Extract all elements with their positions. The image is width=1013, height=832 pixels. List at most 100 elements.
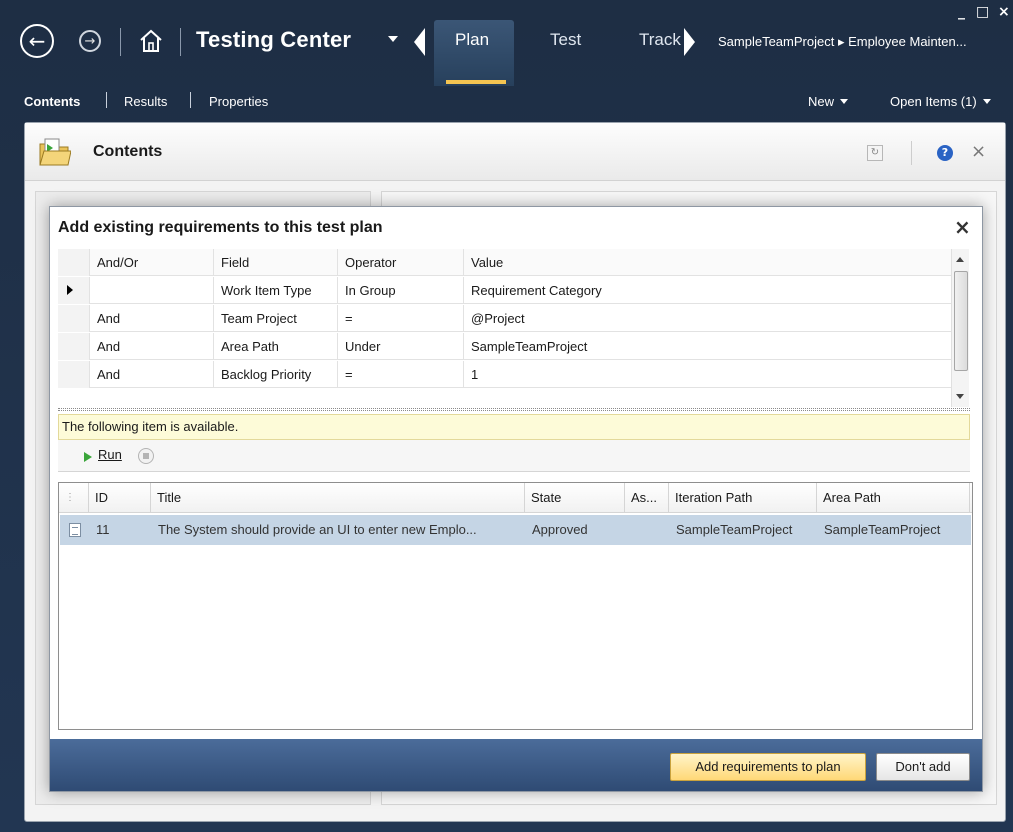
dialog-title: Add existing requirements to this test p… <box>58 219 383 236</box>
clause-value[interactable]: SampleTeamProject <box>464 333 951 360</box>
tab-plan[interactable]: Plan <box>455 30 489 50</box>
panel-divider <box>911 141 912 165</box>
column-header-iteration-path[interactable]: Iteration Path <box>669 483 817 513</box>
run-label: Run <box>98 447 122 462</box>
app-name[interactable]: Testing Center <box>196 27 351 53</box>
stop-icon[interactable] <box>138 448 154 464</box>
refresh-icon[interactable]: ↻ <box>867 145 883 161</box>
clause-andor[interactable]: And <box>90 305 214 332</box>
row-assigned <box>626 515 670 545</box>
clause-value[interactable]: Requirement Category <box>464 277 951 304</box>
dont-add-button[interactable]: Don't add <box>876 753 970 781</box>
active-tab-indicator <box>446 80 506 84</box>
query-clause-row[interactable]: And Team Project = @Project <box>58 305 951 332</box>
row-selector[interactable] <box>58 361 90 388</box>
dialog-footer: Add requirements to plan Don't add <box>50 739 982 791</box>
clause-operator[interactable]: = <box>338 361 464 388</box>
new-menu[interactable]: New <box>808 94 849 109</box>
sub-navigation: Contents Results Properties New Open Ite… <box>0 88 1013 114</box>
dialog-close-icon[interactable]: × <box>954 215 971 239</box>
clause-andor[interactable] <box>90 277 214 304</box>
testing-center-window: _ □ × ← → Testing Center Plan Test Track… <box>0 0 1013 832</box>
row-iteration-path: SampleTeamProject <box>676 522 793 537</box>
panel-title: Contents <box>93 143 163 160</box>
subnav-results[interactable]: Results <box>124 94 167 109</box>
clause-operator[interactable]: Under <box>338 333 464 360</box>
row-selector[interactable] <box>58 305 90 332</box>
subnav-divider <box>106 92 107 108</box>
folder-icon <box>39 138 71 166</box>
clause-field[interactable]: Backlog Priority <box>214 361 338 388</box>
column-header-assigned[interactable]: As... <box>625 483 669 513</box>
subnav-divider <box>190 92 191 108</box>
run-button[interactable]: Run <box>98 447 122 462</box>
chevron-down-icon <box>982 99 991 104</box>
open-items-label: Open Items (1) <box>890 94 977 109</box>
play-icon[interactable] <box>84 452 92 462</box>
tab-track[interactable]: Track <box>639 30 681 50</box>
nav-divider <box>180 28 181 56</box>
tab-scroll-left-icon[interactable] <box>414 28 425 56</box>
column-header-area-path[interactable]: Area Path <box>817 483 970 513</box>
info-bar: The following item is available. <box>58 414 970 440</box>
clause-andor[interactable]: And <box>90 361 214 388</box>
forward-arrow-icon: → <box>84 33 96 49</box>
query-header-field: Field <box>214 249 338 276</box>
query-header-row: And/Or Field Operator Value <box>58 249 951 276</box>
tab-scroll-right-icon[interactable] <box>684 28 695 56</box>
query-header-value: Value <box>471 255 504 270</box>
chevron-down-icon <box>840 99 849 104</box>
maximize-button[interactable]: □ <box>976 4 989 20</box>
document-icon <box>69 523 81 537</box>
clause-operator[interactable]: = <box>338 305 464 332</box>
table-row[interactable]: 11 The System should provide an UI to en… <box>60 515 971 545</box>
clause-field[interactable]: Team Project <box>214 305 338 332</box>
panel-close-icon[interactable]: × <box>971 141 986 162</box>
help-icon[interactable]: ? <box>937 145 953 161</box>
results-list: ⋮ ID Title State As... Iteration Path Ar… <box>58 482 973 730</box>
splitter[interactable] <box>58 408 970 411</box>
query-clause-row[interactable]: And Area Path Under SampleTeamProject <box>58 333 951 360</box>
app-switcher-caret-icon[interactable] <box>388 36 398 42</box>
row-id: 11 <box>96 522 110 537</box>
current-row-pointer-icon <box>67 285 73 295</box>
scrollbar-thumb[interactable] <box>954 271 968 371</box>
column-header-id[interactable]: ID <box>89 483 151 513</box>
clause-value[interactable]: 1 <box>464 361 951 388</box>
tab-test[interactable]: Test <box>550 30 581 50</box>
results-toolbar: Run <box>58 440 970 472</box>
home-icon[interactable] <box>138 28 164 54</box>
clause-field[interactable]: Area Path <box>214 333 338 360</box>
column-header-title[interactable]: Title <box>151 483 525 513</box>
subnav-contents[interactable]: Contents <box>24 94 80 109</box>
close-window-button[interactable]: × <box>998 4 1010 20</box>
query-clause-grid: And/Or Field Operator Value Work Item Ty… <box>58 249 951 407</box>
scroll-down-icon[interactable] <box>956 394 964 399</box>
column-header-state[interactable]: State <box>525 483 625 513</box>
row-selector[interactable] <box>58 333 90 360</box>
open-items-menu[interactable]: Open Items (1) <box>890 94 991 109</box>
query-clause-row[interactable]: And Backlog Priority = 1 <box>58 361 951 388</box>
row-title: The System should provide an UI to enter… <box>158 522 477 537</box>
add-requirements-button[interactable]: Add requirements to plan <box>670 753 866 781</box>
back-button[interactable]: ← <box>20 24 54 58</box>
breadcrumb[interactable]: SampleTeamProject ▸ Employee Mainten... <box>718 34 1008 50</box>
minimize-button[interactable]: _ <box>958 4 965 20</box>
clause-andor[interactable]: And <box>90 333 214 360</box>
results-header-row: ⋮ ID Title State As... Iteration Path Ar… <box>59 483 972 513</box>
query-grid-scrollbar[interactable] <box>951 249 969 407</box>
clause-operator[interactable]: In Group <box>338 277 464 304</box>
subnav-properties[interactable]: Properties <box>209 94 268 109</box>
clause-value[interactable]: @Project <box>464 305 951 332</box>
add-requirements-dialog: Add existing requirements to this test p… <box>49 206 983 792</box>
row-area-path: SampleTeamProject <box>824 522 941 537</box>
query-header-operator: Operator <box>338 249 464 276</box>
query-clause-row[interactable]: Work Item Type In Group Requirement Cate… <box>58 277 951 304</box>
forward-button[interactable]: → <box>79 30 101 52</box>
query-header-andor: And/Or <box>90 249 214 276</box>
clause-field[interactable]: Work Item Type <box>214 277 338 304</box>
scroll-up-icon[interactable] <box>956 257 964 262</box>
row-selector[interactable] <box>58 277 90 304</box>
column-grip-icon: ⋮ <box>59 483 89 513</box>
back-arrow-icon: ← <box>28 29 46 53</box>
